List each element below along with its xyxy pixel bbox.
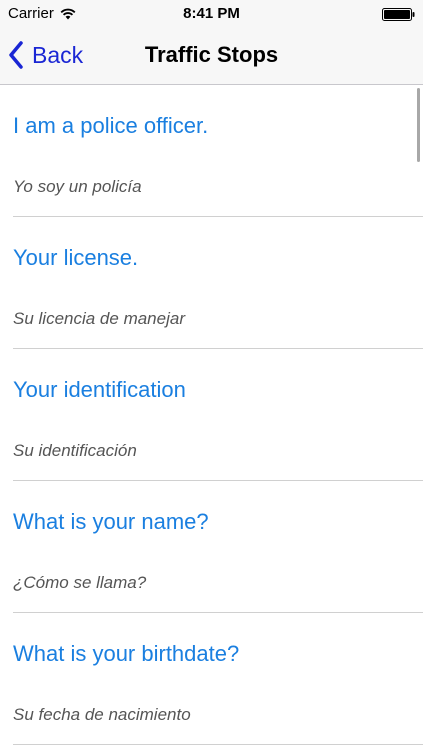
phrase-english: Your identification	[13, 377, 186, 402]
phrase-spanish: ¿Cómo se llama?	[13, 573, 147, 592]
phrase-english: I am a police officer.	[13, 113, 209, 138]
page-title: Traffic Stops	[144, 42, 279, 67]
list-item[interactable]: What is your name? ¿Cómo se llama?	[0, 481, 423, 613]
phrase-spanish: Su fecha de nacimiento	[13, 705, 191, 724]
list-item[interactable]: What is your birthdate? Su fecha de naci…	[0, 613, 423, 745]
list-item[interactable]: Your license. Su licencia de manejar	[0, 217, 423, 349]
list-item[interactable]: I am a police officer. Yo soy un policía	[0, 85, 423, 217]
phrase-english: Your license.	[13, 245, 139, 270]
phrase-english: What is your name?	[13, 509, 209, 534]
phrase-spanish: Su licencia de manejar	[13, 309, 185, 328]
phrase-spanish: Su identificación	[13, 441, 137, 460]
scroll-indicator[interactable]	[417, 88, 420, 162]
phrase-spanish: Yo soy un policía	[13, 177, 142, 196]
phrase-list: I am a police officer. Yo soy un policía…	[0, 85, 423, 750]
navigation-bar: Back Traffic Stops	[0, 28, 423, 85]
phrase-english: What is your birthdate?	[13, 641, 240, 666]
list-item[interactable]: Your identification Su identificación	[0, 349, 423, 481]
status-bar: Carrier 8:41 PM	[0, 0, 423, 28]
battery-icon	[382, 8, 415, 21]
status-time: 8:41 PM	[183, 5, 240, 22]
app-screen: Carrier 8:41 PM Back Traffic Stops I am …	[0, 0, 423, 750]
divider	[13, 744, 423, 745]
